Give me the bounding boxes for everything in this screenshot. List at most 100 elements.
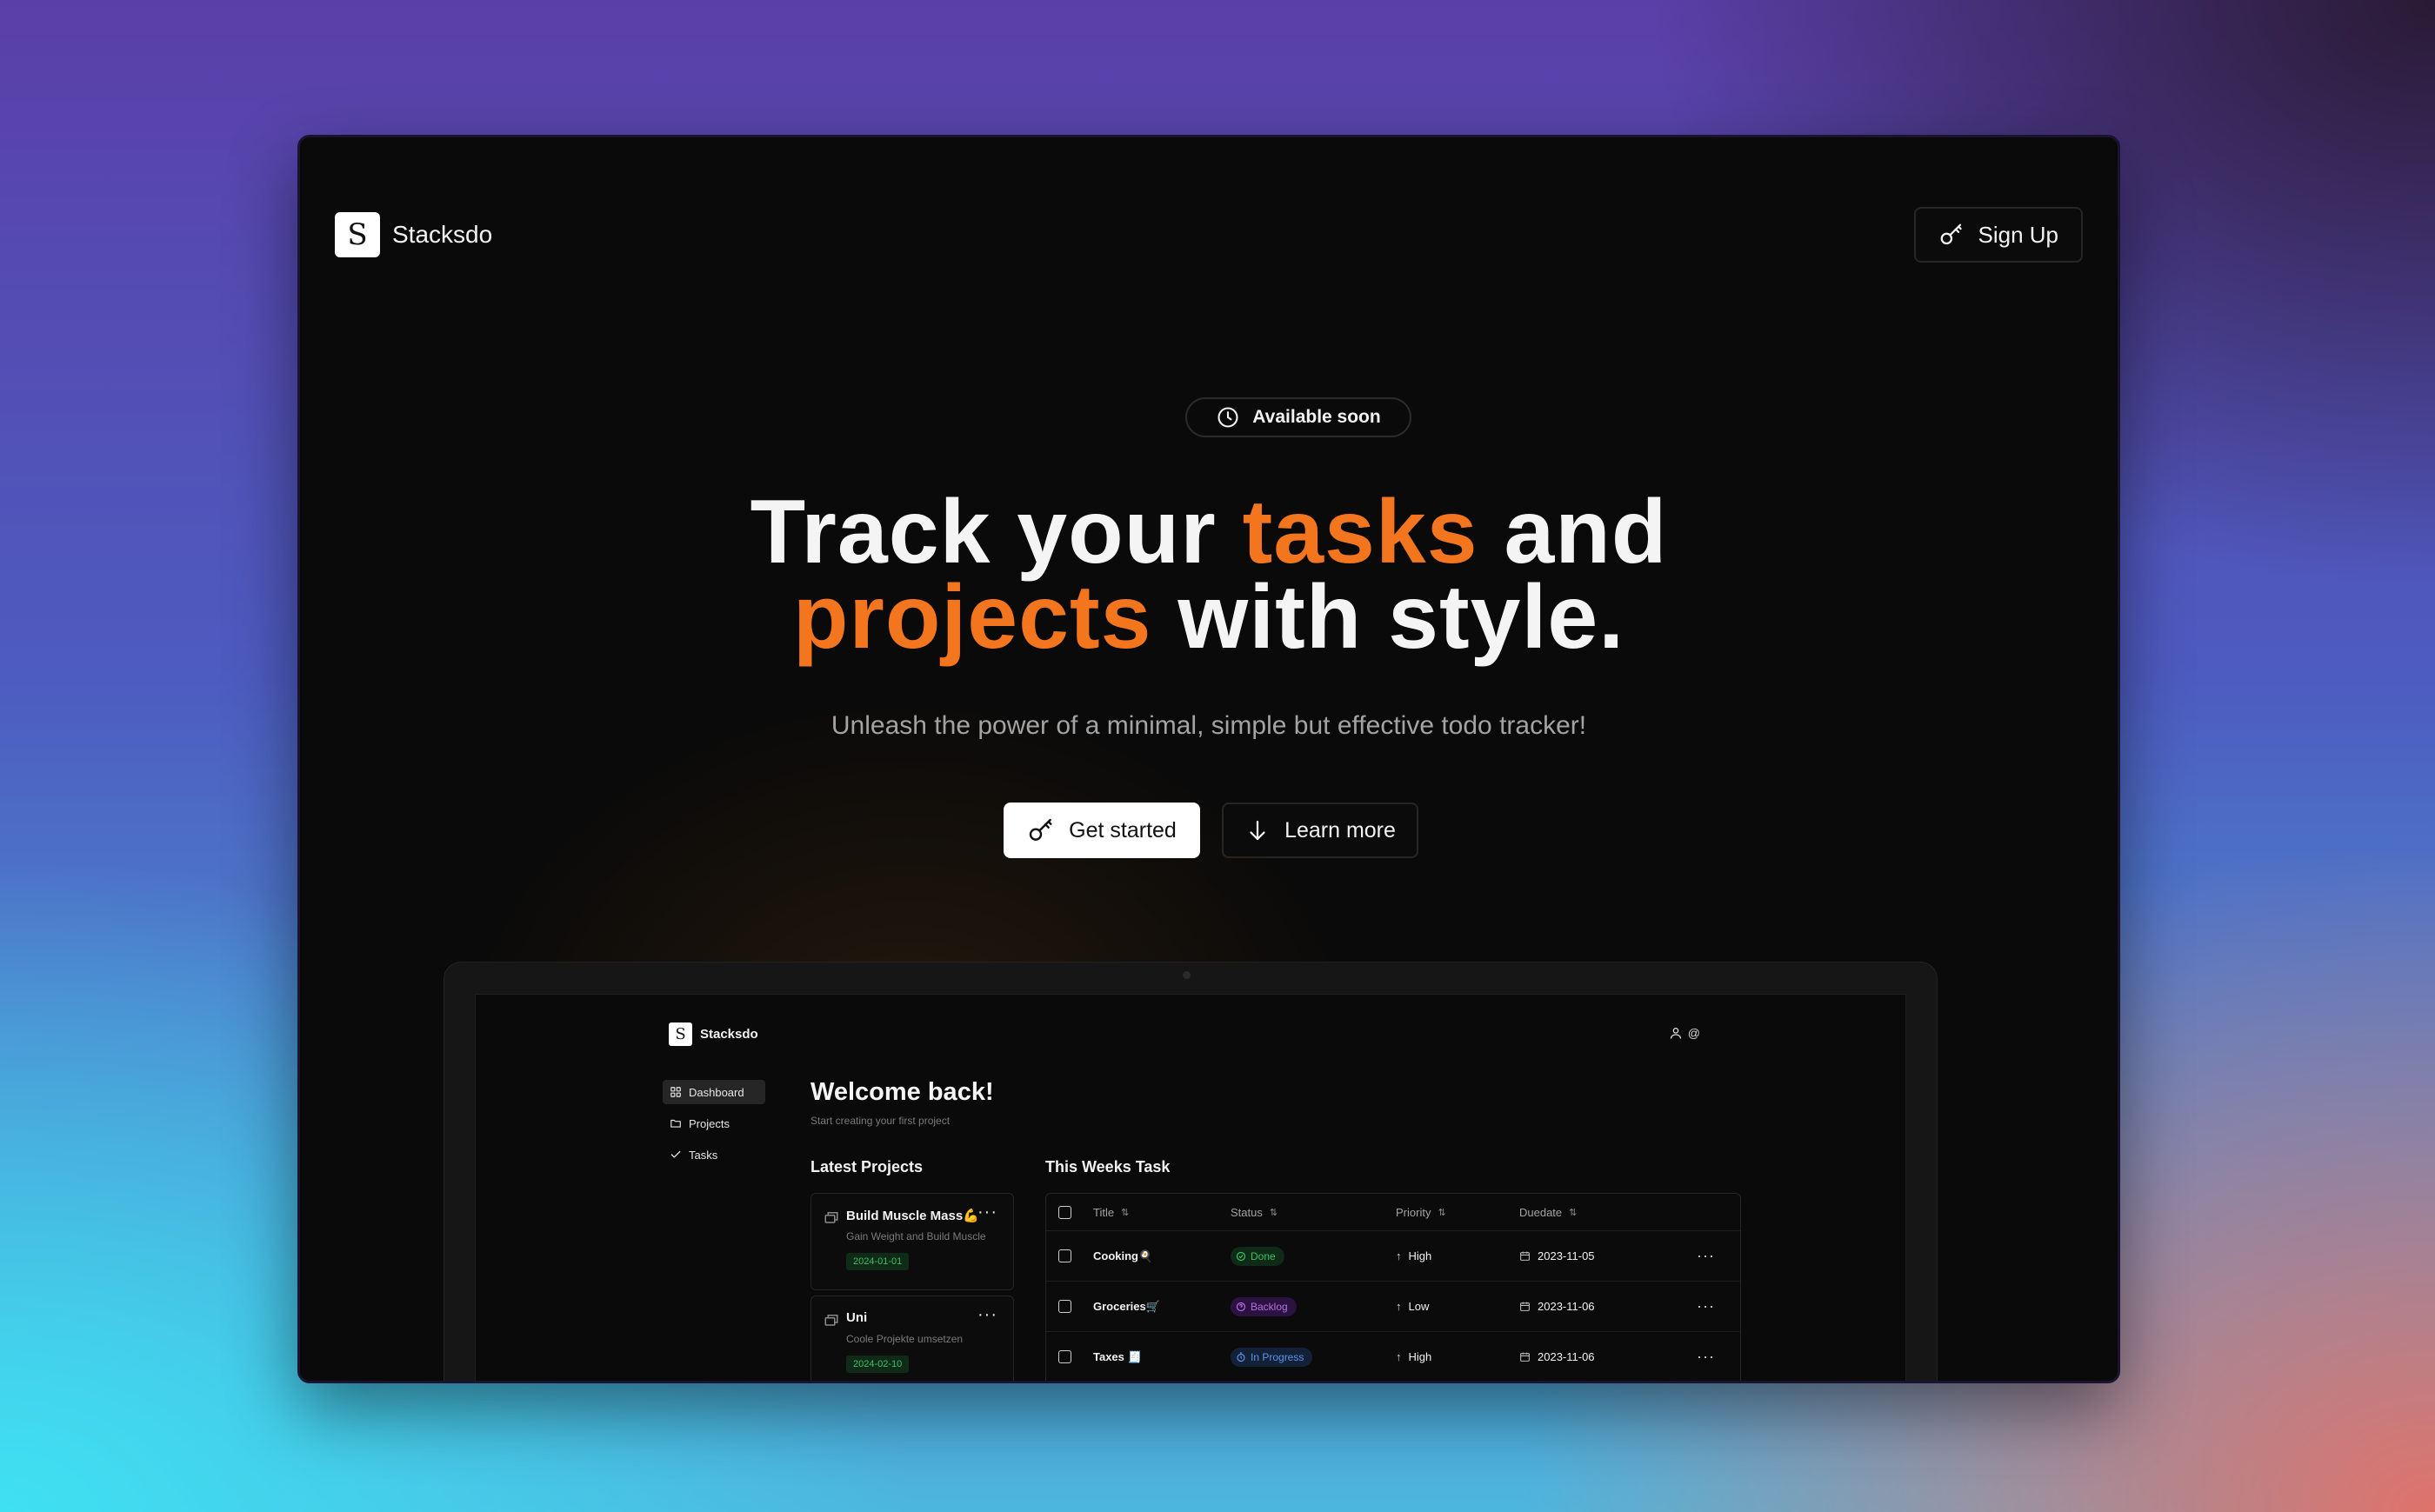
sort-icon: ⇅ [1269,1207,1278,1218]
check-icon [670,1150,681,1158]
brand-name: Stacksdo [392,221,493,248]
task-title: Cooking🍳 [1093,1249,1153,1262]
available-soon-badge: Available soon [1185,397,1411,437]
column-header-label: Priority [1396,1205,1431,1219]
priority-label: High [1408,1249,1432,1262]
learn-more-button[interactable]: Learn more [1222,803,1418,858]
user-menu[interactable]: @ [1669,1026,1700,1040]
project-card[interactable]: Uni ··· Coole Projekte umsetzen 2024-02-… [811,1296,1014,1381]
priority-label: Low [1408,1300,1430,1313]
stack-icon [824,1212,838,1223]
sidebar-item-label: Tasks [689,1148,718,1162]
learn-more-label: Learn more [1284,817,1396,843]
arrow-up-icon: ↑ [1396,1249,1402,1262]
project-title: Build Muscle Mass💪 [846,1209,979,1223]
app-brand[interactable]: S Stacksdo [669,1022,758,1046]
app-brand-name: Stacksdo [700,1027,758,1042]
table-row[interactable]: Taxes 🧾 In Progress ↑ High 2023-11-06 ··… [1046,1331,1740,1381]
due-date: 2023-11-06 [1538,1300,1595,1313]
row-actions-icon[interactable]: ··· [1697,1247,1715,1265]
app-brand-logo: S [669,1022,692,1046]
this-weeks-task-title: This Weeks Task [1045,1158,1171,1176]
get-started-label: Get started [1069,817,1177,843]
key-icon [1029,818,1052,841]
folder-icon [670,1119,681,1128]
arrow-up-icon: ↑ [1396,1300,1402,1313]
tasks-table: Title ⇅ Status ⇅ Priority ⇅ Duedate ⇅ Cookin… [1045,1193,1741,1381]
badge-label: Available soon [1252,407,1381,427]
column-header-title[interactable]: Title ⇅ [1093,1194,1129,1230]
hero-headline: Track your tasks and projects with style… [300,487,2118,663]
due-date: 2023-11-06 [1538,1350,1595,1363]
project-description: Gain Weight and Build Muscle [846,1230,986,1242]
column-header-priority[interactable]: Priority ⇅ [1396,1194,1446,1230]
task-title: Taxes 🧾 [1093,1349,1142,1363]
project-description: Coole Projekte umsetzen [846,1333,964,1345]
welcome-subtitle: Start creating your first project [811,1115,951,1127]
timer-icon [1237,1351,1245,1362]
help-circle-icon [1236,1302,1246,1311]
column-header-label: Duedate [1519,1205,1563,1219]
sign-up-label: Sign Up [1978,221,2059,248]
table-row[interactable]: Groceries🛒 Backlog ↑ Low 2023-11-06 ··· [1046,1281,1740,1331]
sidebar-item-projects[interactable]: Projects [663,1111,765,1136]
project-card[interactable]: Build Muscle Mass💪 ··· Gain Weight and B… [811,1193,1014,1290]
table-row[interactable]: Cooking🍳 Done ↑ High 2023-11-05 ··· [1046,1230,1740,1281]
row-actions-icon[interactable]: ··· [1697,1348,1715,1366]
user-handle: @ [1687,1026,1700,1040]
app-preview-screen: S Stacksdo @ Dashboard Projects Tasks We… [475,994,1906,1381]
priority-label: High [1408,1350,1432,1363]
column-header-label: Title [1093,1205,1115,1219]
select-all-checkbox[interactable] [1058,1205,1071,1219]
sign-up-button[interactable]: Sign Up [1913,207,2083,263]
project-date-badge: 2024-02-10 [846,1355,910,1373]
app-sidebar: Dashboard Projects Tasks [663,1080,765,1174]
sort-icon: ⇅ [1569,1207,1578,1218]
latest-projects-title: Latest Projects [811,1158,924,1176]
user-icon [1670,1028,1681,1039]
task-title: Groceries🛒 [1093,1299,1160,1313]
sidebar-item-label: Dashboard [689,1085,744,1099]
project-title: Uni [846,1310,868,1325]
column-header-label: Status [1231,1205,1263,1219]
status-label: Done [1251,1249,1276,1262]
brand-logo: S [335,212,380,257]
row-checkbox[interactable] [1058,1350,1071,1363]
status-label: In Progress [1251,1350,1304,1363]
due-date: 2023-11-05 [1538,1249,1595,1262]
sidebar-item-label: Projects [689,1116,730,1130]
headline-line-1: Track your tasks and [300,487,2118,577]
status-label: Backlog [1251,1300,1288,1313]
row-actions-icon[interactable]: ··· [1697,1297,1715,1316]
row-checkbox[interactable] [1058,1300,1071,1313]
row-checkbox[interactable] [1058,1249,1071,1262]
calendar-icon [1520,1302,1530,1311]
laptop-mockup: S Stacksdo @ Dashboard Projects Tasks We… [444,962,1938,1381]
table-header-row: Title ⇅ Status ⇅ Priority ⇅ Duedate ⇅ [1046,1194,1740,1230]
headline-accent-projects: projects [792,567,1152,668]
get-started-button[interactable]: Get started [1004,803,1200,858]
calendar-icon [1520,1251,1530,1261]
grid-icon [670,1087,681,1097]
sidebar-item-dashboard[interactable]: Dashboard [663,1080,765,1104]
sidebar-item-tasks[interactable]: Tasks [663,1142,765,1167]
welcome-title: Welcome back! [811,1078,994,1106]
arrow-up-icon: ↑ [1396,1350,1402,1363]
status-badge: In Progress [1231,1347,1313,1367]
more-options-icon[interactable]: ··· [977,1305,997,1325]
headline-text: with style. [1151,567,1625,668]
check-circle-icon [1236,1251,1246,1261]
project-date-badge: 2024-01-01 [846,1253,910,1270]
calendar-icon [1520,1352,1530,1362]
brand[interactable]: S Stacksdo [335,212,492,257]
stack-icon [824,1315,838,1326]
column-header-duedate[interactable]: Duedate ⇅ [1519,1194,1577,1230]
arrow-down-icon [1250,820,1265,841]
headline-line-2: projects with style. [300,572,2118,663]
hero-subtitle: Unleash the power of a minimal, simple b… [831,711,1587,740]
status-badge: Backlog [1231,1296,1297,1316]
sort-icon: ⇅ [1121,1207,1130,1218]
more-options-icon[interactable]: ··· [977,1202,997,1222]
column-header-status[interactable]: Status ⇅ [1231,1194,1278,1230]
key-icon [1940,223,1962,245]
